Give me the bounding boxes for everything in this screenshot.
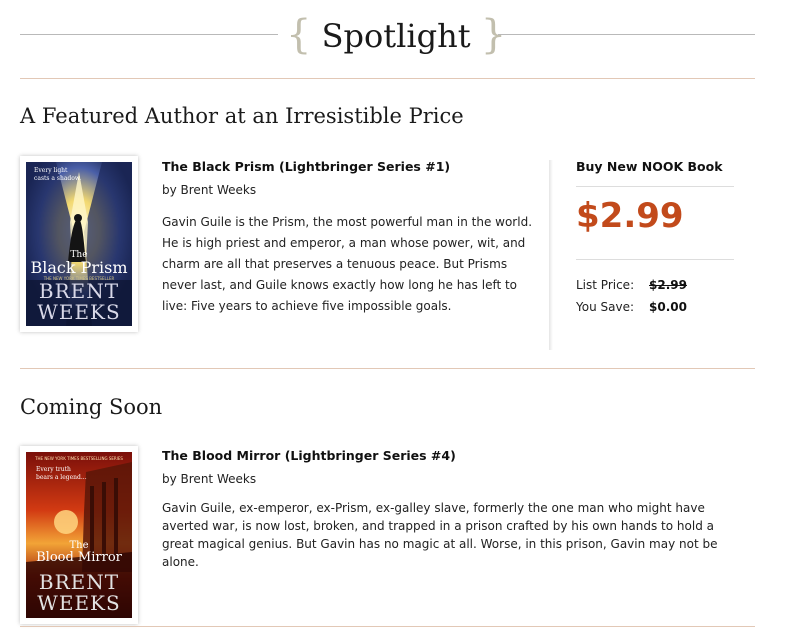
cover-title: The Blood Mirror	[26, 540, 132, 565]
header-rule-left	[20, 34, 278, 35]
spotlight-title: Spotlight	[321, 17, 471, 55]
cover-tagline-1: Every light	[34, 167, 68, 174]
cover-author-1: BRENT	[38, 279, 120, 303]
cover-tagline-1: Every truth	[36, 466, 71, 473]
purchase-rule-top	[576, 186, 734, 187]
purchase-divider	[549, 160, 553, 350]
page-title: { Spotlight }	[286, 14, 506, 55]
sale-price: $2.99	[576, 196, 684, 236]
cover-title: The Black Prism	[26, 250, 132, 276]
cover-tagline: Every truth bears a legend...	[36, 466, 87, 482]
buy-nook-book-link[interactable]: Buy New NOOK Book	[576, 159, 723, 174]
blood-mirror-cover: THE NEW YORK TIMES BESTSELLING SERIES Ev…	[26, 452, 132, 618]
purchase-rule-bottom	[576, 259, 734, 260]
cover-tagline: Every light casts a shadow.	[34, 167, 81, 183]
cover-title-line-2: Blood Mirror	[36, 550, 122, 565]
section-divider	[20, 626, 755, 627]
spotlight-header: { Spotlight }	[20, 14, 755, 55]
black-prism-cover-link[interactable]: Every light casts a shadow. The Black Pr…	[20, 156, 138, 332]
black-prism-title-link[interactable]: The Black Prism (Lightbringer Series #1)	[162, 159, 450, 174]
header-rule-right	[498, 34, 755, 35]
black-prism-author-link[interactable]: by Brent Weeks	[162, 183, 256, 197]
cover-tagline-2: bears a legend...	[36, 474, 87, 481]
black-prism-cover: Every light casts a shadow. The Black Pr…	[26, 162, 132, 326]
close-brace: }	[480, 12, 507, 58]
open-brace: {	[286, 12, 312, 58]
cover-author-2: WEEKS	[37, 591, 121, 615]
list-price-row: List Price: $2.99	[576, 278, 687, 292]
blood-mirror-description: Gavin Guile, ex-emperor, ex-Prism, ex-ga…	[162, 501, 718, 569]
coming-soon-section-title: Coming Soon	[20, 395, 163, 419]
black-prism-description: Gavin Guile is the Prism, the most power…	[162, 215, 533, 313]
you-save-value: $0.00	[649, 300, 687, 314]
blood-mirror-title-link[interactable]: The Blood Mirror (Lightbringer Series #4…	[162, 448, 456, 463]
you-save-row: You Save: $0.00	[576, 300, 687, 314]
cover-title-line-2: Black Prism	[30, 258, 128, 277]
cover-author-1: BRENT	[38, 570, 120, 594]
list-price-label: List Price:	[576, 278, 635, 292]
cover-author: BRENT WEEKS	[26, 572, 132, 614]
blood-mirror-author-link[interactable]: by Brent Weeks	[162, 472, 256, 486]
cover-banner: THE NEW YORK TIMES BESTSELLING SERIES	[35, 456, 123, 461]
cover-author: BRENT WEEKS	[26, 281, 132, 323]
section-divider	[20, 78, 755, 79]
featured-section-title: A Featured Author at an Irresistible Pri…	[20, 104, 464, 128]
section-divider	[20, 368, 755, 369]
cover-tagline-2: casts a shadow.	[34, 175, 82, 182]
you-save-label: You Save:	[576, 300, 634, 314]
list-price-value: $2.99	[649, 278, 687, 292]
blood-mirror-cover-link[interactable]: THE NEW YORK TIMES BESTSELLING SERIES Ev…	[20, 446, 138, 624]
cover-author-2: WEEKS	[37, 300, 121, 324]
